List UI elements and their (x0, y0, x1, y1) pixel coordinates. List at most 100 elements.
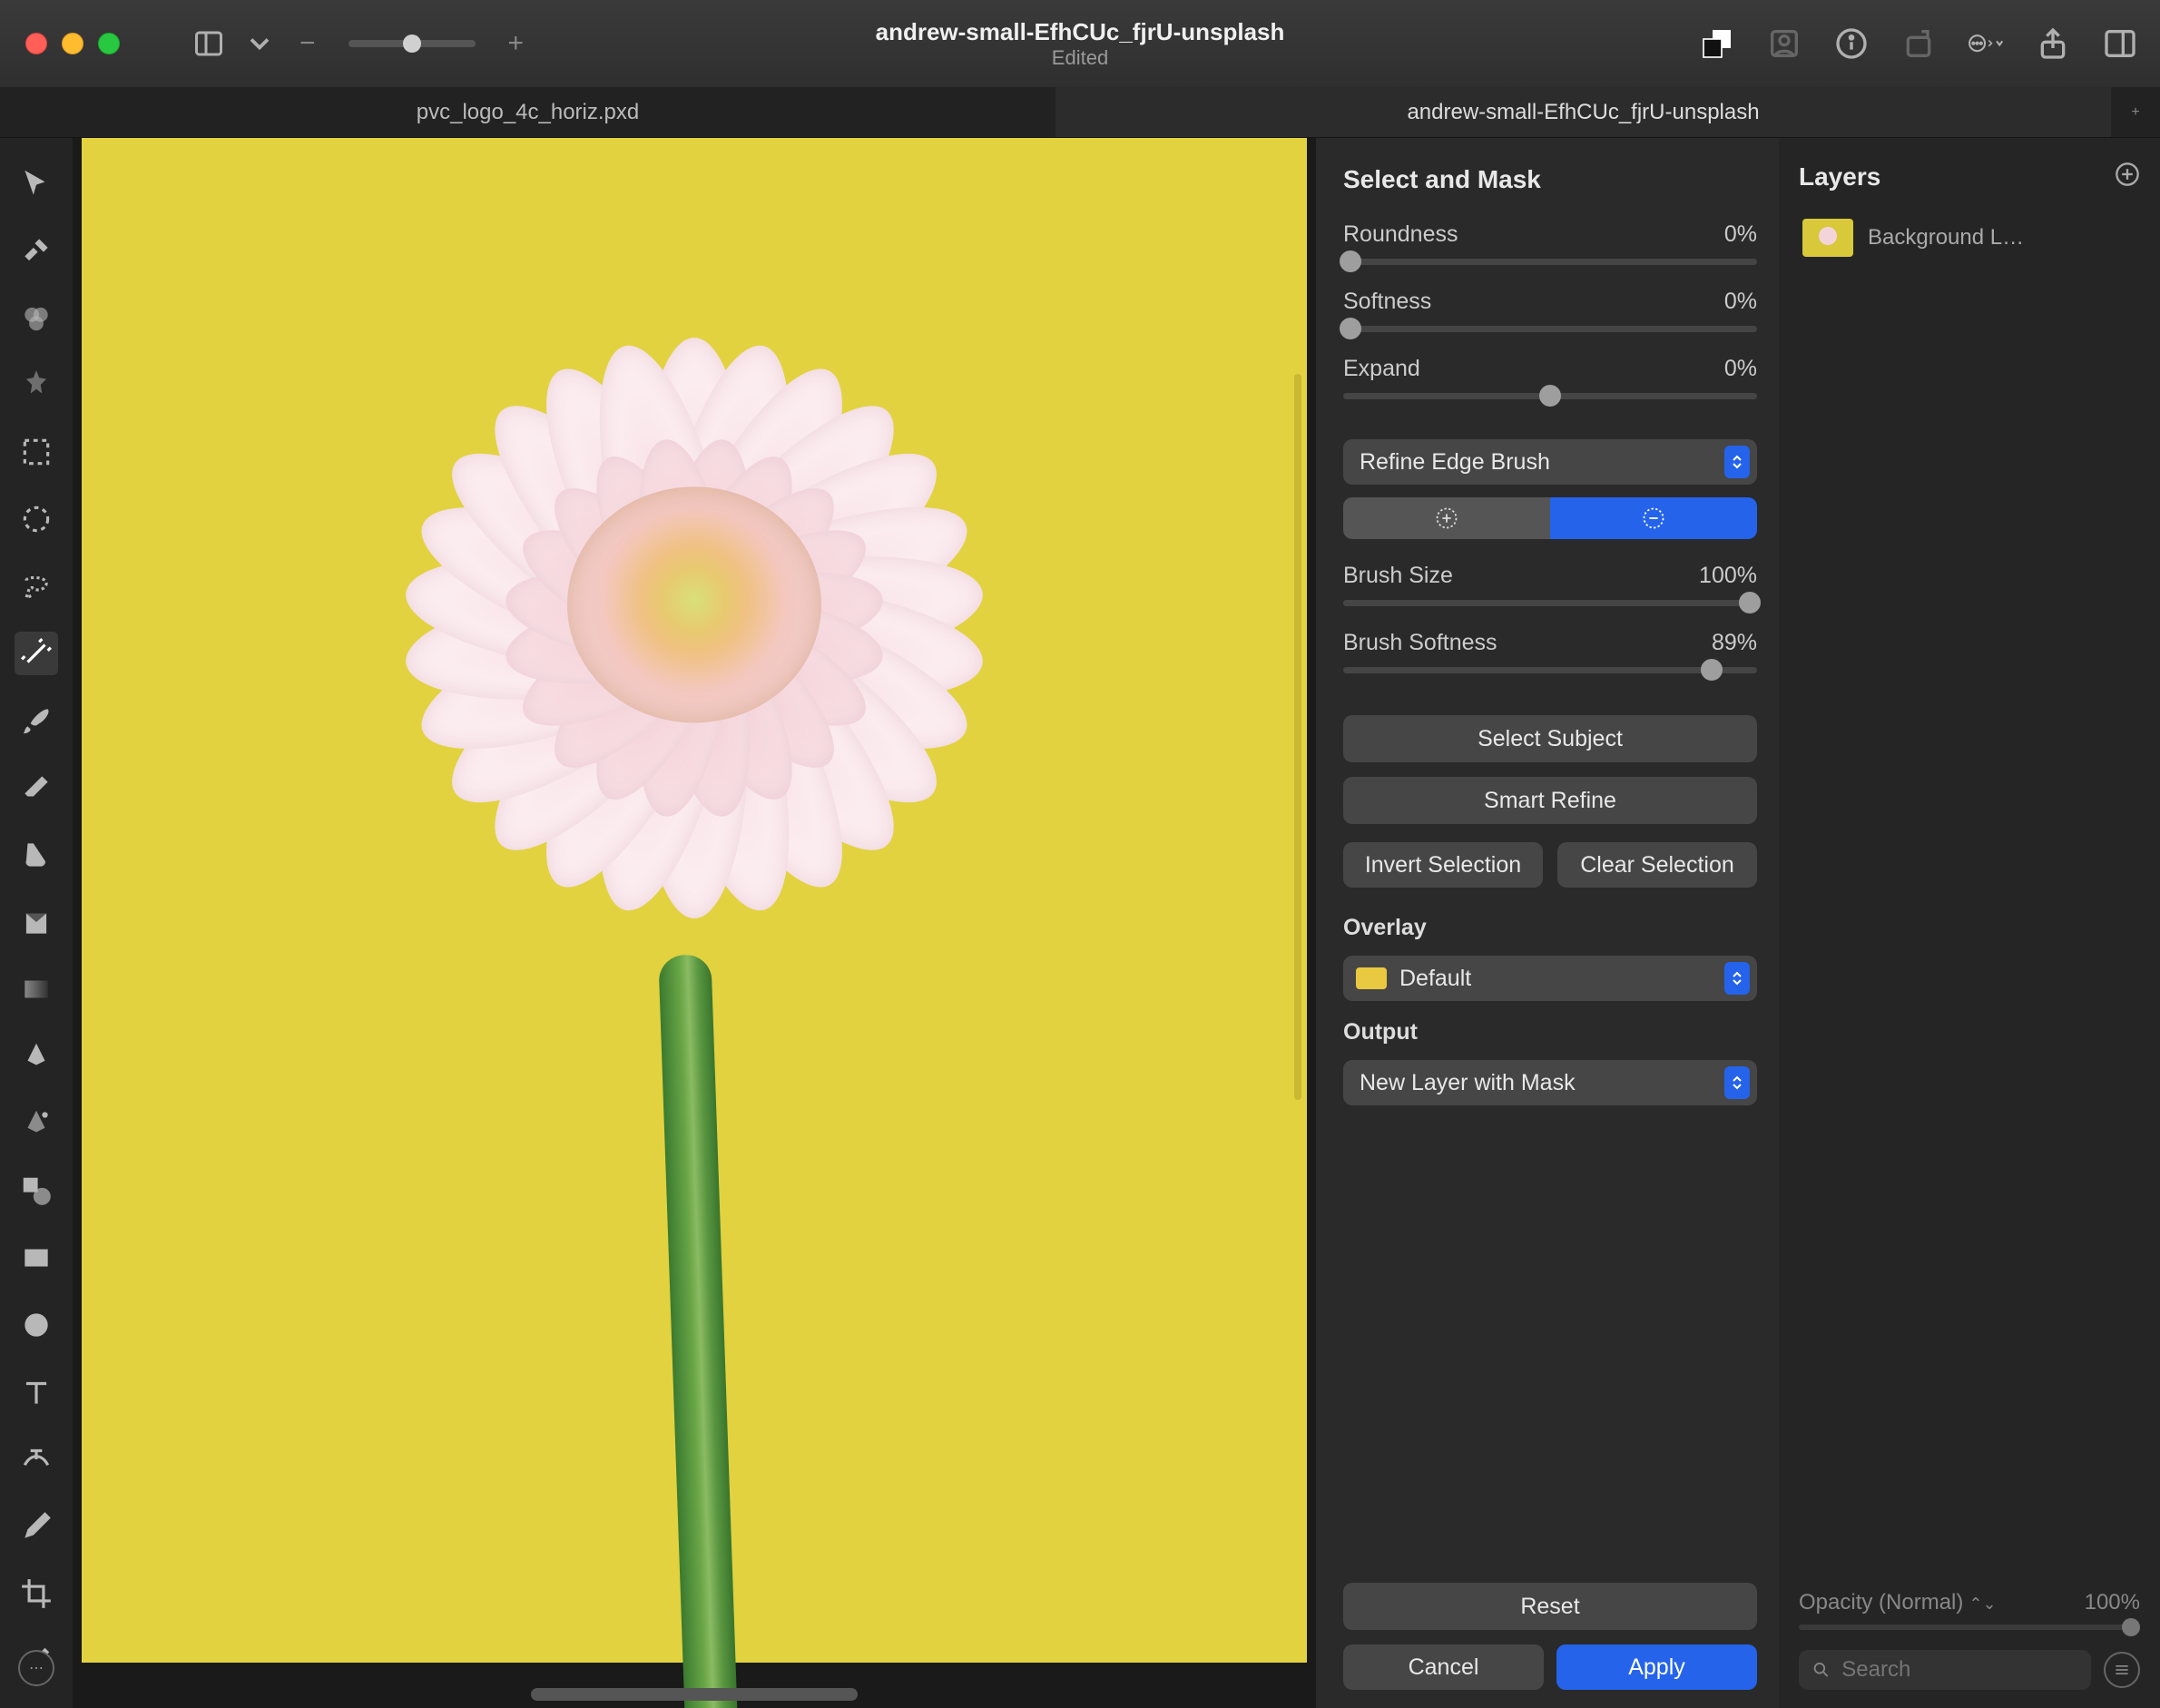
crop-tool-icon[interactable] (15, 1572, 58, 1615)
brush-softness-slider[interactable] (1343, 667, 1757, 673)
close-window-button[interactable] (25, 33, 47, 54)
invert-selection-button[interactable]: Invert Selection (1343, 842, 1543, 888)
opacity-slider[interactable] (1799, 1625, 2140, 1630)
clear-selection-button[interactable]: Clear Selection (1557, 842, 1757, 888)
window-title-group: andrew-small-EfhCUc_fjrU-unsplash Edited (876, 18, 1285, 70)
chevron-icon: ⌃⌄ (1969, 1595, 1996, 1613)
marquee-tool-icon[interactable] (15, 430, 58, 474)
person-icon[interactable] (1766, 25, 1802, 62)
tab-document-0[interactable]: pvc_logo_4c_horiz.pxd (0, 87, 1055, 137)
softness-label: Softness (1343, 289, 1431, 315)
more-menu-icon[interactable] (1968, 25, 2004, 62)
document-status: Edited (876, 46, 1285, 70)
output-dropdown[interactable]: New Layer with Mask (1343, 1060, 1757, 1105)
pen-tool-icon[interactable] (15, 1035, 58, 1078)
freeform-pen-tool-icon[interactable] (15, 1102, 58, 1145)
cancel-button[interactable]: Cancel (1343, 1644, 1544, 1690)
overlay-section-label: Overlay (1343, 915, 1757, 941)
titlebar: − + andrew-small-EfhCUc_fjrU-unsplash Ed… (0, 0, 2160, 87)
ellipse-shape-icon[interactable] (15, 1303, 58, 1347)
apply-button[interactable]: Apply (1556, 1644, 1757, 1690)
hammer-tool-icon[interactable] (15, 229, 58, 272)
color-adjust-tool-icon[interactable] (15, 296, 58, 339)
chevron-down-icon[interactable] (243, 27, 276, 60)
brush-subtract-mode[interactable] (1550, 497, 1757, 539)
export-icon[interactable] (1900, 25, 1937, 62)
brush-softness-value: 89% (1712, 630, 1757, 656)
effects-tool-icon[interactable] (15, 363, 58, 407)
zoom-slider[interactable] (349, 40, 476, 47)
more-tools-icon[interactable]: ⋯ (18, 1650, 54, 1686)
ellipse-marquee-tool-icon[interactable] (15, 497, 58, 541)
pencil-tool-icon[interactable] (15, 1505, 58, 1548)
maximize-window-button[interactable] (98, 33, 120, 54)
shapes-tool-icon[interactable] (15, 1169, 58, 1212)
lasso-tool-icon[interactable] (15, 564, 58, 608)
text-tool-icon[interactable] (15, 1370, 58, 1414)
add-layer-icon[interactable] (2115, 162, 2140, 191)
path-text-tool-icon[interactable] (15, 1438, 58, 1481)
move-tool-icon[interactable] (15, 162, 58, 205)
vertical-scroll-indicator[interactable] (1294, 374, 1301, 1100)
expand-slider[interactable] (1343, 393, 1757, 399)
info-icon[interactable] (1833, 25, 1870, 62)
magic-wand-tool-icon[interactable] (15, 632, 58, 675)
expand-label: Expand (1343, 356, 1420, 382)
layers-title: Layers (1799, 162, 1880, 191)
color-swap-icon[interactable] (1699, 25, 1735, 62)
window-controls (25, 33, 120, 54)
horizontal-scrollbar[interactable] (531, 1688, 858, 1701)
select-and-mask-panel: Select and Mask Roundness0% Softness0% E… (1316, 138, 1779, 1708)
share-icon[interactable] (2035, 25, 2071, 62)
zoom-out-button[interactable]: − (294, 28, 321, 59)
brush-add-mode[interactable] (1343, 497, 1550, 539)
sidebar-toggle-icon[interactable] (192, 27, 225, 60)
brush-size-label: Brush Size (1343, 563, 1453, 589)
document-title: andrew-small-EfhCUc_fjrU-unsplash (876, 18, 1285, 46)
roundness-slider[interactable] (1343, 259, 1757, 265)
tab-label: pvc_logo_4c_horiz.pxd (417, 100, 640, 125)
opacity-value: 100% (2085, 1590, 2140, 1615)
tab-document-1[interactable]: andrew-small-EfhCUc_fjrU-unsplash (1055, 87, 2111, 137)
opacity-label[interactable]: Opacity (Normal)⌃⌄ (1799, 1590, 1997, 1615)
zoom-in-button[interactable]: + (503, 28, 530, 59)
roundness-label: Roundness (1343, 221, 1458, 248)
brush-type-dropdown[interactable]: Refine Edge Brush (1343, 439, 1757, 485)
reset-button[interactable]: Reset (1343, 1583, 1757, 1630)
right-panel-toggle-icon[interactable] (2102, 25, 2138, 62)
minimize-window-button[interactable] (62, 33, 83, 54)
dropdown-arrows-icon (1724, 446, 1750, 478)
smudge-tool-icon[interactable] (15, 833, 58, 877)
select-subject-button[interactable]: Select Subject (1343, 715, 1757, 762)
expand-value: 0% (1724, 356, 1757, 382)
canvas[interactable] (82, 138, 1307, 1663)
output-value: New Layer with Mask (1360, 1070, 1576, 1096)
roundness-value: 0% (1724, 221, 1757, 248)
layers-menu-icon[interactable] (2104, 1652, 2140, 1688)
canvas-area[interactable] (73, 138, 1316, 1708)
softness-value: 0% (1724, 289, 1757, 315)
search-icon (1811, 1659, 1831, 1681)
layer-search-input[interactable] (1841, 1657, 2078, 1683)
layer-search-box[interactable] (1799, 1650, 2091, 1690)
new-tab-button[interactable]: + (2111, 87, 2160, 137)
left-toolbar: ⋯ (0, 138, 73, 1708)
eraser-tool-icon[interactable] (15, 766, 58, 810)
brush-tool-icon[interactable] (15, 699, 58, 742)
toolbar-right-group (1699, 25, 2138, 62)
tab-label: andrew-small-EfhCUc_fjrU-unsplash (1407, 100, 1759, 125)
brush-size-value: 100% (1699, 563, 1757, 589)
layers-panel: Layers Background L… Opacity (Normal)⌃⌄ … (1779, 138, 2160, 1708)
overlay-value: Default (1399, 966, 1471, 992)
overlay-color-swatch (1356, 967, 1387, 989)
fill-tool-icon[interactable] (15, 900, 58, 944)
brush-size-slider[interactable] (1343, 600, 1757, 606)
layer-item[interactable]: Background L… (1799, 211, 2140, 264)
gradient-tool-icon[interactable] (15, 967, 58, 1011)
rectangle-shape-icon[interactable] (15, 1236, 58, 1280)
flower-image (277, 265, 1112, 973)
layer-name: Background L… (1868, 225, 2024, 250)
overlay-dropdown[interactable]: Default (1343, 956, 1757, 1001)
softness-slider[interactable] (1343, 326, 1757, 332)
smart-refine-button[interactable]: Smart Refine (1343, 777, 1757, 824)
